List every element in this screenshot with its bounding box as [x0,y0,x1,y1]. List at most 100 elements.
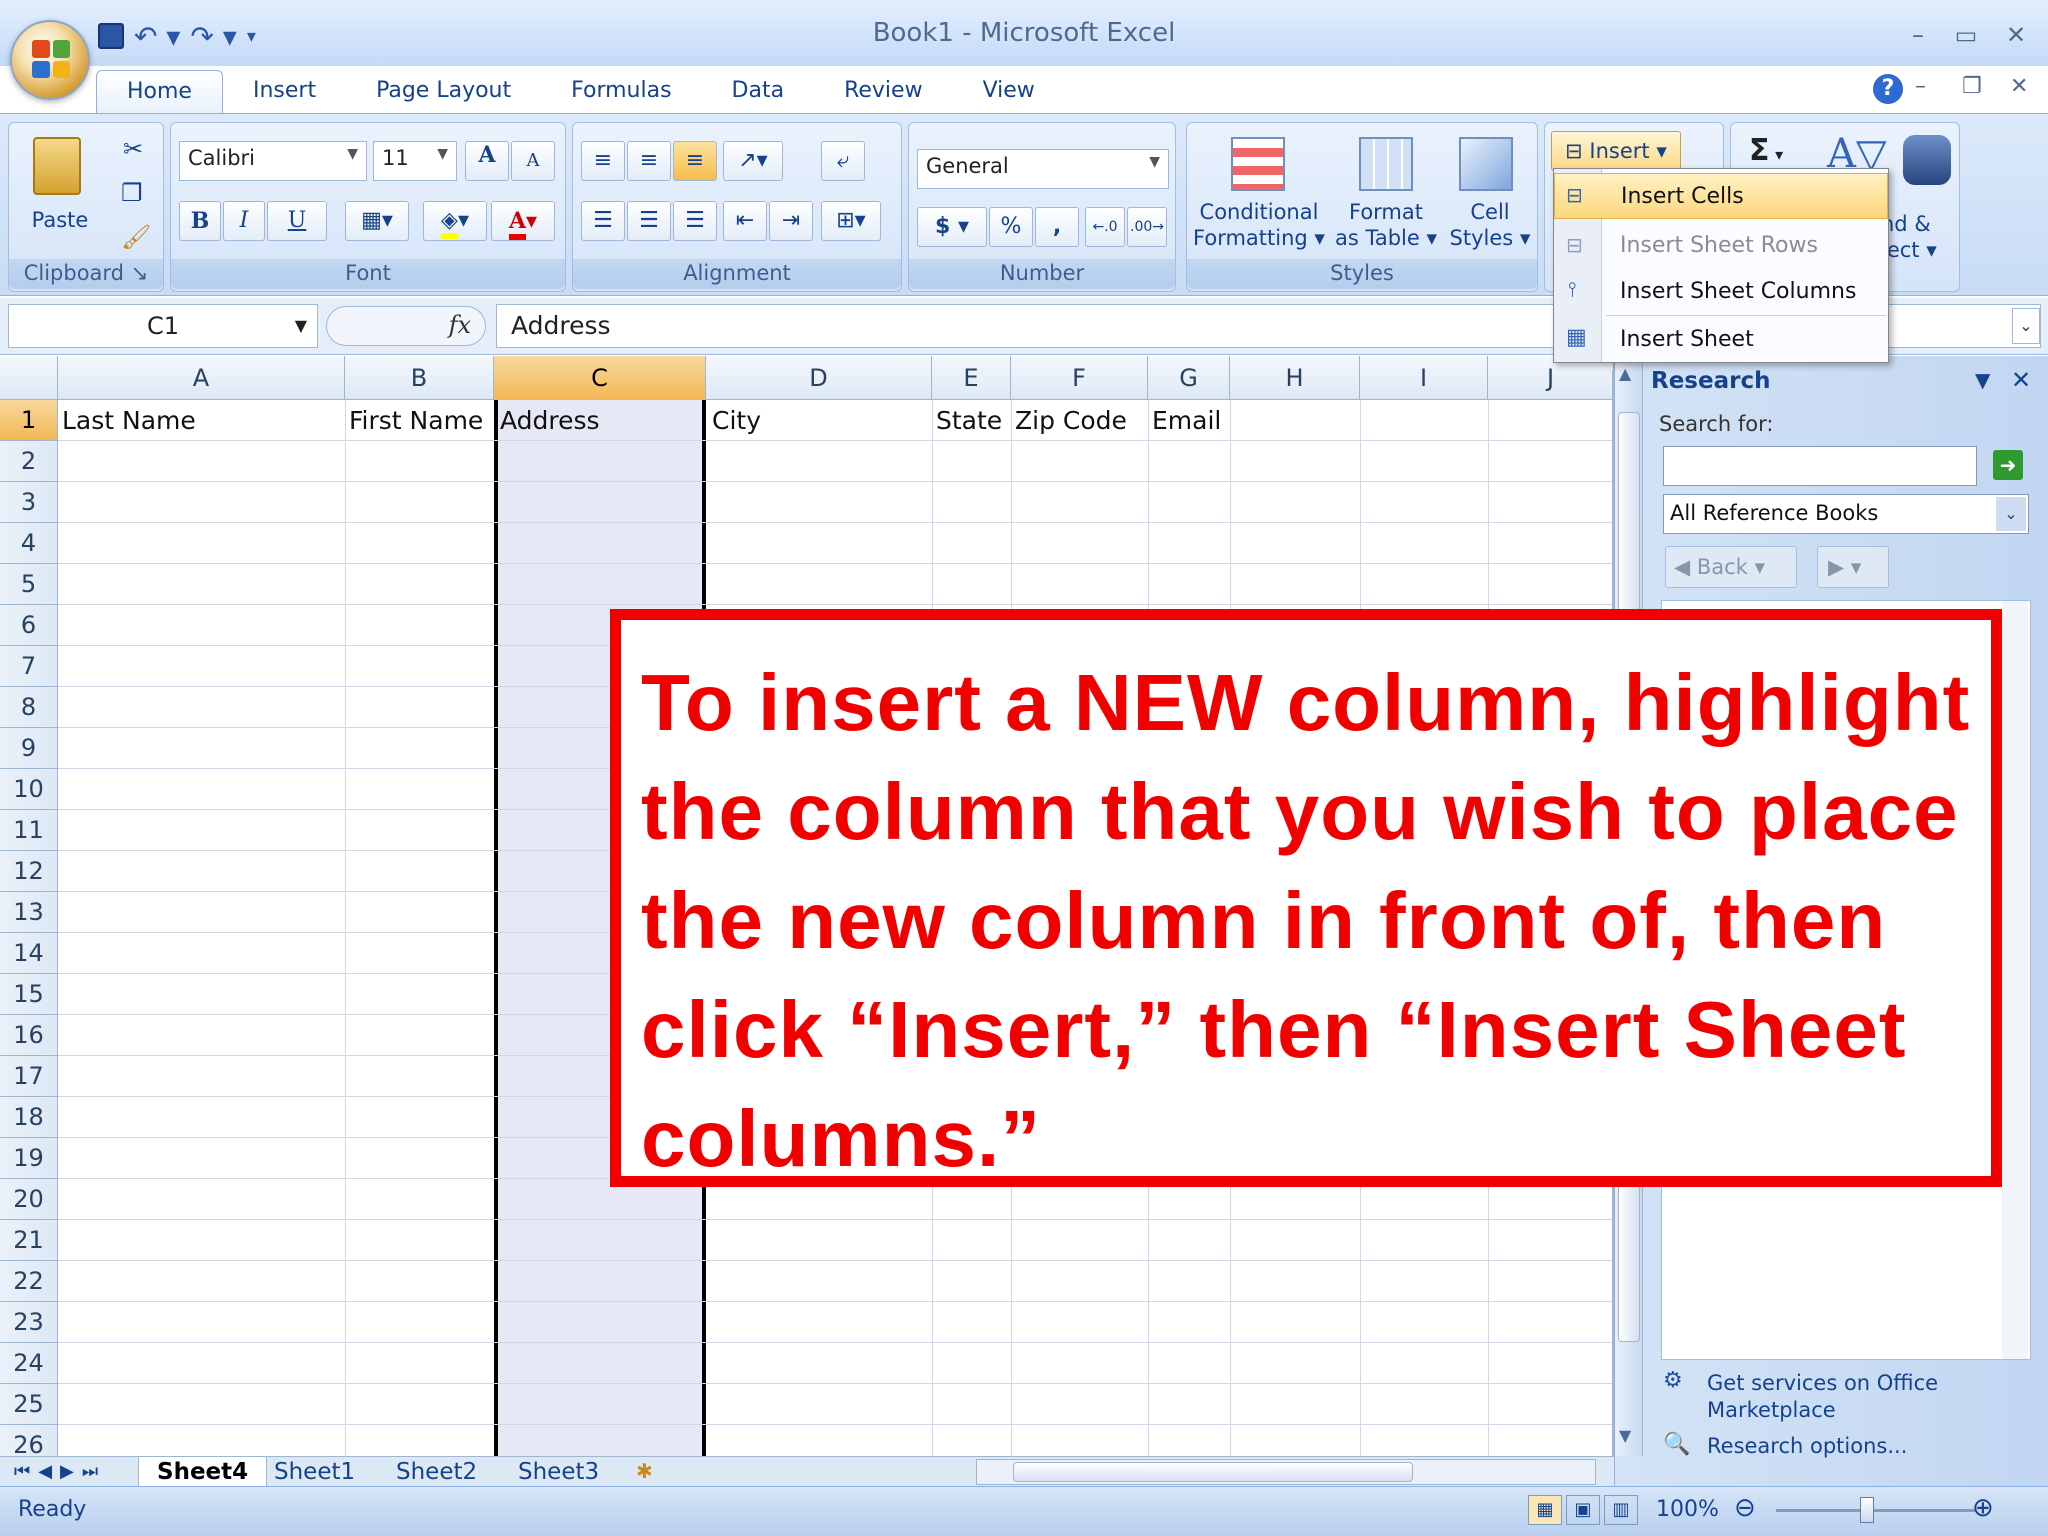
row-header[interactable]: 20 [0,1179,58,1220]
row-header[interactable]: 12 [0,851,58,892]
h-scrollbar-thumb[interactable] [1013,1462,1413,1482]
back-button[interactable]: ◀ Back ▾ [1665,546,1797,588]
zoom-in-icon[interactable]: ⊕ [1972,1493,1994,1523]
pane-close-icon[interactable]: ✕ [2011,366,2031,394]
row-header[interactable]: 5 [0,564,58,605]
cell-styles-button[interactable]: Cell Styles ▾ [1445,199,1535,251]
page-break-view-icon[interactable]: ▥ [1604,1495,1638,1525]
save-icon[interactable] [98,23,124,49]
name-box[interactable]: C1 ▼ [8,304,318,348]
format-as-table-icon[interactable] [1359,137,1413,191]
tab-review[interactable]: Review [814,70,953,114]
expand-formula-bar-icon[interactable]: ⌄ [2012,308,2040,344]
cell-d1[interactable]: City [708,400,761,441]
tab-insert[interactable]: Insert [223,70,346,114]
row-header[interactable]: 6 [0,605,58,646]
help-icon[interactable]: ? [1873,74,1903,104]
row-header[interactable]: 14 [0,933,58,974]
column-header[interactable]: I [1360,356,1488,400]
column-header[interactable]: G [1148,356,1230,400]
font-size-select[interactable]: 11 ▼ [373,141,457,181]
column-header-selected[interactable]: C [494,356,706,400]
cell-e1[interactable]: State [932,400,1002,441]
tab-page-layout[interactable]: Page Layout [346,70,541,114]
scroll-up-icon[interactable]: ▲ [1619,364,1631,383]
horizontal-scrollbar[interactable] [976,1459,1596,1485]
tab-home[interactable]: Home [96,70,223,114]
cut-icon[interactable]: ✂ [123,135,143,163]
maximize-icon[interactable]: ▭ [1948,18,1984,52]
tab-view[interactable]: View [953,70,1065,114]
row-header[interactable]: 13 [0,892,58,933]
align-bottom-icon[interactable]: ≡ [673,141,717,181]
menu-item-insert-sheet[interactable]: Insert Sheet [1554,317,1888,363]
row-header[interactable]: 17 [0,1056,58,1097]
get-services-link[interactable]: Get services on Office Marketplace [1707,1370,1938,1424]
menu-item-insert-cells[interactable]: Insert Cells [1554,173,1888,219]
row-header[interactable]: 22 [0,1261,58,1302]
zoom-out-icon[interactable]: ⊖ [1734,1493,1756,1523]
insert-function-icon[interactable]: fx [449,311,471,339]
undo-icon[interactable]: ↶ ▾ [134,20,180,53]
row-header[interactable]: 21 [0,1220,58,1261]
conditional-formatting-button[interactable]: Conditional Formatting ▾ [1191,199,1327,251]
row-header[interactable]: 10 [0,769,58,810]
decrease-indent-icon[interactable]: ⇤ [723,201,767,241]
autosum-button[interactable]: Σ ▾ [1749,133,1783,168]
align-right-icon[interactable]: ☰ [673,201,717,241]
currency-button[interactable]: $ ▾ [917,207,987,247]
percent-button[interactable]: % [989,207,1033,247]
row-header[interactable]: 15 [0,974,58,1015]
redo-icon[interactable]: ↷ ▾ [190,20,236,53]
page-layout-view-icon[interactable]: ▣ [1566,1495,1600,1525]
comma-button[interactable]: , [1035,207,1079,247]
sheet-tab[interactable]: Sheet2 [378,1457,495,1487]
sheet-nav-icons[interactable]: ⏮◀▶⏭ [14,1457,106,1487]
format-painter-icon[interactable]: 🖌 [121,223,151,251]
format-as-table-button[interactable]: Format as Table ▾ [1331,199,1441,251]
ribbon-minimize-icon[interactable]: – [1915,74,1926,99]
number-format-select[interactable]: General ▼ [917,149,1169,189]
customize-qat-icon[interactable]: ▾ [247,26,256,47]
scroll-down-icon[interactable]: ▼ [1619,1426,1631,1445]
column-header[interactable]: E [932,356,1011,400]
ribbon-restore-icon[interactable]: ❐ [1962,74,1982,99]
paste-icon[interactable] [33,137,81,195]
row-header[interactable]: 16 [0,1015,58,1056]
column-header[interactable]: B [345,356,494,400]
select-all-corner[interactable] [0,356,58,400]
row-header[interactable]: 19 [0,1138,58,1179]
find-select-icon[interactable] [1903,135,1951,185]
column-header[interactable]: A [58,356,345,400]
sheet-tab[interactable]: Sheet3 [500,1457,617,1487]
row-header[interactable]: 25 [0,1384,58,1425]
bold-button[interactable]: B [179,201,221,241]
merge-center-icon[interactable]: ⊞▾ [821,201,881,241]
find-select-button[interactable]: nd & lect ▾ [1881,211,1971,263]
row-header[interactable]: 2 [0,441,58,482]
workbook-close-icon[interactable]: ✕ [2010,74,2028,99]
copy-icon[interactable]: ❐ [121,179,143,207]
increase-indent-icon[interactable]: ⇥ [769,201,813,241]
cell-g1[interactable]: Email [1148,400,1221,441]
italic-button[interactable]: I [223,201,265,241]
forward-button[interactable]: ▶ ▾ [1817,546,1889,588]
research-options-link[interactable]: Research options... [1707,1434,1907,1458]
column-header[interactable]: D [706,356,932,400]
font-name-select[interactable]: Calibri ▼ [179,141,367,181]
row-header[interactable]: 23 [0,1302,58,1343]
insert-worksheet-icon[interactable]: ✱ [636,1459,653,1483]
normal-view-icon[interactable]: ▦ [1528,1495,1562,1525]
increase-decimal-icon[interactable]: ←.0 [1085,207,1125,247]
underline-button[interactable]: U [267,201,327,241]
search-go-icon[interactable]: ➜ [1993,450,2023,480]
row-header[interactable]: 9 [0,728,58,769]
row-header[interactable]: 3 [0,482,58,523]
minimize-icon[interactable]: – [1900,18,1936,52]
row-header[interactable]: 11 [0,810,58,851]
grow-font-button[interactable]: A [465,141,509,181]
insert-button[interactable]: ⊟ Insert ▾ [1551,131,1681,171]
align-left-icon[interactable]: ☰ [581,201,625,241]
cell-a1[interactable]: Last Name [58,400,196,441]
cell-c1[interactable]: Address [496,400,600,441]
